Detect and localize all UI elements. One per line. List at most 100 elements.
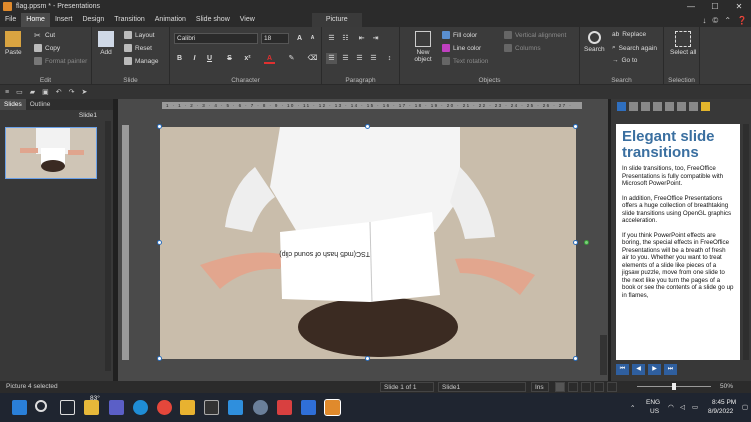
task-view-icon[interactable] [60, 400, 75, 415]
search-again-button[interactable]: ⌕ Search again [612, 44, 657, 52]
search-taskbar-icon[interactable] [35, 400, 47, 412]
go-to-button[interactable]: → Go to [612, 57, 637, 64]
bullets-icon[interactable]: ☰ [326, 33, 337, 44]
grow-font-icon[interactable]: A [294, 33, 305, 44]
zoom-level[interactable]: 50% [720, 382, 733, 392]
font-name-combo[interactable]: Calibri [174, 33, 258, 44]
menu-slide-show[interactable]: Slide show [191, 13, 235, 27]
notifications-icon[interactable]: ▢ [742, 403, 748, 411]
fill-color-button[interactable]: Fill color [442, 31, 477, 39]
slide-sorter-icon[interactable] [581, 382, 591, 392]
battery-icon[interactable]: ▭ [692, 403, 698, 411]
minimize-button[interactable]: — [679, 0, 703, 13]
picture-icon[interactable] [677, 101, 686, 111]
status-insert-mode[interactable]: Ins [531, 382, 549, 392]
mail-icon[interactable] [228, 400, 243, 415]
copyright-icon[interactable]: © [712, 16, 718, 25]
notes-view-icon[interactable] [594, 382, 604, 392]
align-center-icon[interactable]: ☰ [340, 53, 351, 64]
next-page-icon[interactable]: ▶ [648, 364, 661, 375]
slide-canvas[interactable]: TSC(md5 hash of sound clip) [160, 127, 576, 359]
save-icon[interactable]: ▣ [42, 88, 49, 96]
replace-button[interactable]: ab Replace [612, 31, 646, 38]
info-icon[interactable] [617, 101, 626, 111]
normal-view-icon[interactable] [555, 382, 565, 392]
last-page-icon[interactable]: ⏭ [664, 364, 677, 375]
menu-home[interactable]: Home [21, 13, 50, 27]
download-icon[interactable]: ↓ [702, 16, 706, 25]
underline-button[interactable]: U [204, 53, 215, 64]
superscript-icon[interactable]: x² [242, 53, 253, 64]
sidebar-scrollbar[interactable] [743, 124, 749, 360]
wifi-icon[interactable]: ◠ [668, 403, 674, 411]
clock-time[interactable]: 8:45 PM [712, 399, 736, 406]
select-all-button[interactable]: Select all [670, 31, 696, 56]
menu-transition[interactable]: Transition [109, 13, 149, 27]
horizontal-ruler[interactable]: 1 · 1 · 2 · 3 · 4 · 5 · 6 · 7 · 8 · 9 · … [162, 102, 582, 109]
transition-icon[interactable] [653, 101, 662, 111]
windows-start-icon[interactable] [12, 400, 27, 415]
shrink-font-icon[interactable]: A [307, 33, 318, 44]
first-page-icon[interactable]: ⏮ [616, 364, 629, 375]
cut-button[interactable]: ✂ Cut [34, 31, 55, 40]
resize-handle-top-right[interactable] [573, 124, 578, 129]
paste-button[interactable]: Paste [5, 31, 22, 56]
clear-format-icon[interactable]: ⌫ [307, 53, 318, 64]
italic-button[interactable]: I [189, 53, 200, 64]
add-slide-button[interactable]: Add [98, 31, 114, 56]
resize-handle-middle-left[interactable] [157, 240, 162, 245]
settings-icon[interactable] [253, 400, 268, 415]
menu-icon[interactable]: ≡ [5, 89, 9, 96]
columns-button[interactable]: Columns [504, 44, 541, 52]
zoom-slider[interactable] [637, 383, 711, 390]
star-icon[interactable] [701, 101, 710, 111]
weather-icon[interactable] [84, 400, 99, 415]
new-file-icon[interactable]: ▭ [16, 88, 23, 96]
resize-handle-bottom-center[interactable] [365, 356, 370, 361]
justify-icon[interactable]: ☰ [368, 53, 379, 64]
menu-file[interactable]: File [0, 13, 21, 27]
help-icon[interactable]: ❓ [737, 16, 747, 25]
file-explorer-icon[interactable] [180, 400, 195, 415]
maximize-button[interactable]: ☐ [703, 0, 727, 13]
presentations-taskbar-icon[interactable] [324, 399, 341, 416]
tab-slides[interactable]: Slides [0, 99, 26, 110]
undo-icon[interactable]: ↶ [56, 88, 62, 96]
previous-page-icon[interactable]: ◀ [632, 364, 645, 375]
line-spacing-icon[interactable]: ↕ [384, 53, 395, 64]
teams-icon[interactable] [109, 400, 124, 415]
resize-handle-middle-right[interactable] [573, 240, 578, 245]
menu-picture-context-tab[interactable]: Picture [311, 13, 362, 27]
font-color-button[interactable]: A [264, 53, 275, 64]
app-icon-red[interactable] [277, 400, 292, 415]
highlight-icon[interactable]: ✎ [286, 53, 297, 64]
zoom-slider-thumb[interactable] [672, 383, 676, 390]
slides-panel-scrollbar[interactable] [105, 121, 111, 371]
close-button[interactable]: ✕ [727, 0, 751, 13]
clock-date[interactable]: 8/9/2022 [708, 408, 733, 415]
decrease-indent-icon[interactable]: ⇤ [356, 33, 367, 44]
menu-view[interactable]: View [235, 13, 260, 27]
numbering-icon[interactable]: ☷ [340, 33, 351, 44]
open-folder-icon[interactable]: ▰ [30, 88, 35, 96]
copy-button[interactable]: Copy [34, 44, 60, 52]
resize-handle-top-left[interactable] [157, 124, 162, 129]
language-line2[interactable]: US [650, 408, 659, 415]
resize-handle-bottom-right[interactable] [573, 356, 578, 361]
font-size-combo[interactable]: 18 [261, 33, 289, 44]
chrome-icon[interactable] [157, 400, 172, 415]
menu-insert[interactable]: Insert [50, 13, 78, 27]
collapse-ribbon-icon[interactable]: ⌃ [724, 16, 731, 25]
tab-outline[interactable]: Outline [26, 99, 55, 110]
line-color-button[interactable]: Line color [442, 44, 481, 52]
new-object-button[interactable]: New object [410, 31, 436, 63]
slideshow-view-icon[interactable] [607, 382, 617, 392]
rotation-handle[interactable] [584, 240, 589, 245]
slide-thumbnail[interactable] [5, 127, 97, 179]
app-icon-blue[interactable] [301, 400, 316, 415]
volume-icon[interactable]: ◁ [680, 403, 685, 411]
layout-panel-icon[interactable] [641, 101, 650, 111]
layout-button[interactable]: Layout [124, 31, 155, 39]
text-rotation-button[interactable]: Text rotation [442, 57, 488, 65]
align-right-icon[interactable]: ☰ [354, 53, 365, 64]
